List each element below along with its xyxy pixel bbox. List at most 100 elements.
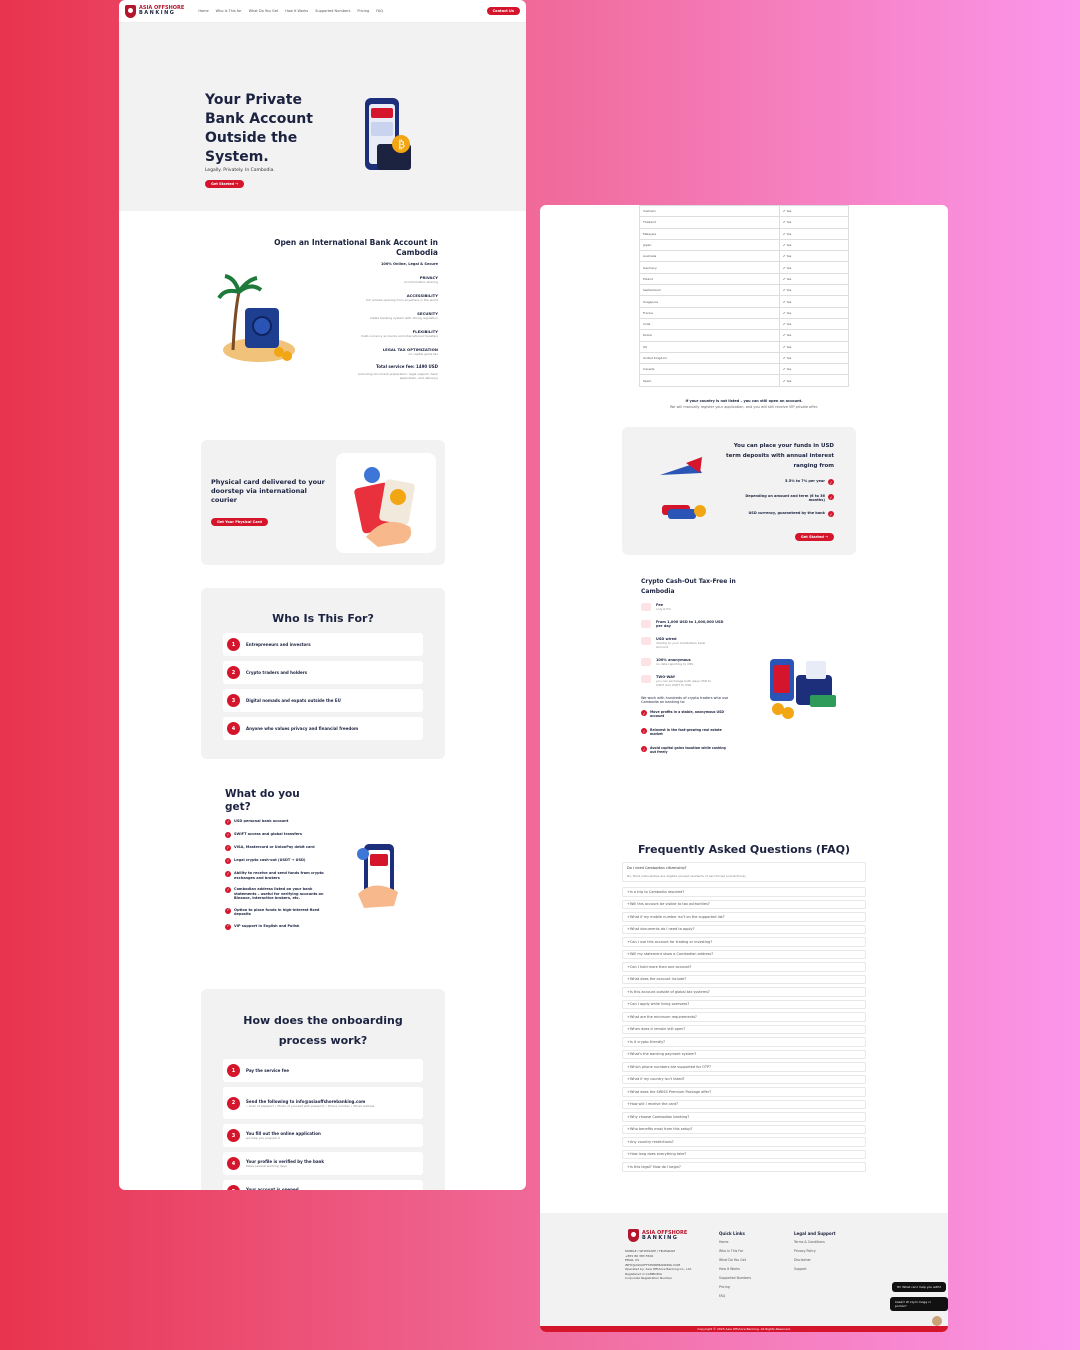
deposit-label: USD currency, guaranteed by the bank	[748, 511, 825, 515]
onboarding-step: 1 Pay the service fee	[223, 1059, 423, 1082]
check-icon: ✓	[225, 907, 231, 914]
quick-link[interactable]: Pricing	[719, 1285, 751, 1289]
nav-link[interactable]: Home	[198, 9, 208, 13]
supported-cell: ✔ Yes	[779, 329, 849, 342]
faq-item[interactable]: + Can I use this account for trading or …	[622, 937, 866, 947]
faq-answer: No. Most nationalities are eligible (exc…	[627, 874, 747, 878]
table-row: Canada ✔ Yes	[638, 363, 849, 376]
deposit-get-started-button[interactable]: Get Started →	[794, 533, 834, 541]
legal-link[interactable]: Disclaimer	[794, 1258, 835, 1262]
step-number: 2	[227, 666, 240, 679]
quick-link[interactable]: Supported Numbers	[719, 1276, 751, 1280]
supported-label: Yes	[786, 378, 792, 383]
legal-links: Legal and Support Terms & Conditions Priv…	[794, 1231, 835, 1276]
faq-item[interactable]: + Is this account outside of global tax …	[622, 987, 866, 997]
faq-item[interactable]: + What's the banking payment system?	[622, 1049, 866, 1059]
legal-link[interactable]: Support	[794, 1267, 835, 1271]
table-row: Dubai ✔ Yes	[638, 329, 849, 342]
quick-link[interactable]: Home	[719, 1240, 751, 1244]
nav-link[interactable]: Supported Numbers	[315, 9, 350, 13]
table-row: France ✔ Yes	[638, 306, 849, 319]
step-title: Pay the service fee	[246, 1068, 289, 1073]
faq-item[interactable]: + What if my mobile number isn't on the …	[622, 912, 866, 922]
top-nav: ASIA OFFSHORE BANKING Home Who is This for…	[119, 0, 526, 23]
open-tagline: 100% Online, Legal & Secure	[380, 262, 438, 266]
service-fee: Total service fee: 1490 USD	[376, 364, 438, 369]
faq-item[interactable]: + Is it crypto-friendly?	[622, 1037, 866, 1047]
check-icon: ✓	[225, 870, 231, 877]
nav-link[interactable]: FAQ	[376, 9, 383, 13]
crypto-desc: no data reporting to CRS	[656, 662, 694, 666]
table-row: India ✔ Yes	[638, 317, 849, 331]
faq-item[interactable]: + What documents do I need to apply?	[622, 924, 866, 934]
supported-cell: ✔ Yes	[779, 340, 849, 353]
faq-item[interactable]: + What are the minimum requirements?	[622, 1012, 866, 1022]
faq-item[interactable]: + Can I apply while living overseas?	[622, 999, 866, 1009]
faq-item[interactable]: + Which phone numbers are supported for …	[622, 1062, 866, 1072]
table-row: Poland ✔ Yes	[638, 272, 849, 286]
contact-button[interactable]: Contact Us	[486, 7, 520, 15]
check-icon: ✓	[225, 818, 231, 825]
faq-question: When does it remain still open?	[629, 1027, 686, 1032]
country-cell: Malaysia	[638, 227, 781, 240]
quick-link[interactable]: What Do You Get	[719, 1258, 751, 1262]
who-item: 3 Digital nomads and expats outside the E…	[223, 689, 423, 712]
benefit-label: Move profits in a stable, anonymous USD …	[650, 710, 725, 718]
faq-item[interactable]: + What if my country isn't listed?	[622, 1074, 866, 1084]
nav-link[interactable]: How It Works	[285, 9, 308, 13]
footer-logo[interactable]: ASIA OFFSHORE BANKING	[628, 1229, 687, 1242]
logo[interactable]: ASIA OFFSHORE BANKING	[125, 4, 184, 18]
onboarding-title: How does the onboarding process work?	[243, 1014, 403, 1047]
feature-desc: no capital gains tax	[408, 352, 438, 356]
crypto-item: USD wired directly to your Cambodian bank…	[641, 637, 761, 649]
onboarding-step: 3 You fill out the online application we h…	[223, 1124, 423, 1147]
quick-link[interactable]: How It Works	[719, 1267, 751, 1271]
supported-label: Yes	[786, 209, 792, 214]
quick-link[interactable]: Who Is This For	[719, 1249, 751, 1253]
faq-item[interactable]: + Is a trip to Cambodia required?	[622, 887, 866, 897]
faq-item[interactable]: + Will my statement show a Cambodian add…	[622, 949, 866, 959]
nav-link[interactable]: What Do You Get	[249, 9, 279, 13]
deposit-item: 5.5% to 7% per year ✓	[744, 479, 834, 485]
avatar[interactable]	[932, 1316, 942, 1326]
faq-item[interactable]: + Who benefits most from this setup?	[622, 1124, 866, 1134]
get-label: VIP support in English and Polish	[234, 923, 300, 928]
get-started-button[interactable]: Get Started →	[205, 180, 245, 188]
faq-item[interactable]: + Why choose Cambodian banking?	[622, 1112, 866, 1122]
legal-link[interactable]: Privacy Policy	[794, 1249, 835, 1253]
quick-link[interactable]: FAQ	[719, 1294, 751, 1298]
who-section: Who Is This For? 1 Entrepreneurs and inve…	[201, 588, 445, 759]
faq-item[interactable]: + Is this legal? How do I begin?	[622, 1162, 866, 1172]
table-row: Singapore ✔ Yes	[638, 295, 849, 308]
chat-bubble-en[interactable]: Hi! What can I help you with?	[892, 1282, 947, 1292]
check-icon: ✓	[225, 831, 231, 838]
faq-item[interactable]: + When does it remain still open?	[622, 1024, 866, 1034]
faq-section: Frequently Asked Questions (FAQ) Do I ne…	[622, 843, 866, 1175]
faq-item[interactable]: + What does the account include?	[622, 974, 866, 984]
country-cell: Australia	[638, 250, 781, 263]
faq-open-item[interactable]: Do I need Cambodian citizenship? No. Mos…	[622, 862, 866, 882]
supported-label: Yes	[786, 322, 792, 327]
faq-item[interactable]: + Can I hold more than one account?	[622, 962, 866, 972]
check-icon: ✓	[641, 728, 647, 734]
nav-link[interactable]: Pricing	[357, 9, 369, 13]
get-physical-card-button[interactable]: Get Your Physical Card	[211, 518, 268, 526]
feature-item: ACCESSIBILITY full remote opening from an…	[238, 293, 438, 302]
country-cell: UK	[638, 340, 781, 353]
nav-link[interactable]: Who is This for	[216, 9, 242, 13]
faq-item[interactable]: + How will I receive the card?	[622, 1099, 866, 1109]
supported-label: Yes	[786, 243, 792, 248]
deposit-label: Depending on amount and term (6 to 36 mo…	[745, 494, 825, 502]
chat-bubble-pl[interactable]: Cześć! W czym mogę ci pomóc?	[890, 1297, 948, 1311]
faq-item[interactable]: + What does the SWISS Premium Package of…	[622, 1087, 866, 1097]
benefit-item: ✓ Move profits in a stable, anonymous USD…	[641, 710, 726, 718]
faq-item[interactable]: + Will this account be visible to tax au…	[622, 899, 866, 909]
check-icon: ✓	[641, 746, 647, 752]
faq-item[interactable]: + Any country restrictions?	[622, 1137, 866, 1147]
faq-item[interactable]: + How long does everything take?	[622, 1149, 866, 1159]
onboarding-step: 2 Send the following to info@asiaoffshore…	[223, 1087, 423, 1119]
step-number: 1	[227, 1064, 240, 1077]
get-label: Cambodian address listed on your bank st…	[234, 887, 324, 900]
supported-cell: ✔ Yes	[779, 363, 849, 376]
legal-link[interactable]: Terms & Conditions	[794, 1240, 835, 1244]
